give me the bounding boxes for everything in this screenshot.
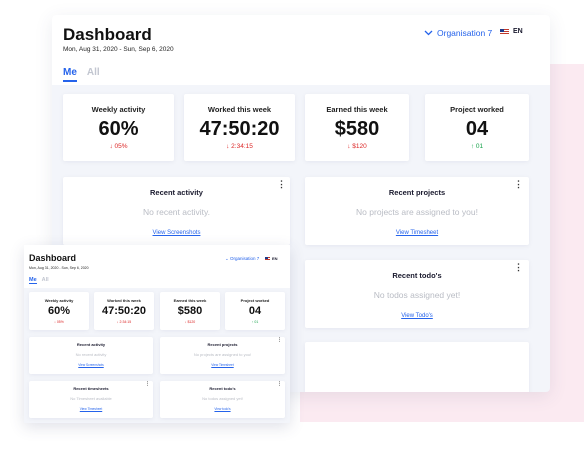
panel-title: Recent activity: [150, 188, 203, 197]
language-code: EN: [272, 256, 278, 261]
stat-change: ↓ 2:34:15: [116, 320, 132, 324]
page-title: Dashboard: [29, 253, 77, 263]
stat-label: Worked this week: [107, 298, 141, 303]
tab-me[interactable]: Me: [63, 67, 77, 82]
stat-value: 60%: [47, 305, 71, 317]
tab-me[interactable]: Me: [29, 277, 37, 284]
stat-change: ↑ 01: [470, 143, 484, 150]
panel-recent-activity: Recent activity No recent activity. View…: [63, 177, 290, 245]
stat-label: Project worked: [450, 105, 504, 114]
stat-value: 04: [248, 305, 262, 317]
dashboard-header: Dashboard Mon, Aug 31, 2020 - Sun, Sep 6…: [24, 245, 290, 288]
stat-card-worked-this-week: Worked this week 47:50:20 ↓ 2:34:15: [94, 292, 154, 330]
panel-title: Recent todo's: [392, 271, 442, 280]
language-selector[interactable]: EN: [500, 28, 523, 35]
stat-value: $580: [177, 305, 203, 317]
more-vertical-icon[interactable]: ⋮: [277, 179, 286, 190]
stat-label: Weekly activity: [44, 298, 74, 303]
stat-change: ↓ 05%: [109, 143, 128, 150]
tab-all[interactable]: All: [87, 67, 100, 82]
stat-value: 60%: [98, 118, 139, 140]
panel-title: Recent projects: [207, 342, 238, 347]
stat-change: ↓ 2:34:15: [226, 143, 253, 150]
panel-title: Recent projects: [388, 188, 446, 197]
panel-title: Recent timesheets: [73, 386, 109, 391]
panel-recent-projects: ⋮ Recent projects No projects are assign…: [305, 177, 529, 245]
stat-card-earned-this-week: Earned this week $580 ↓ $120: [305, 94, 409, 161]
organisation-name: Organisation 7: [230, 256, 260, 261]
panel-placeholder: [305, 342, 529, 392]
organisation-selector[interactable]: ⌄ Organisation 7: [225, 256, 259, 262]
tab-all[interactable]: All: [42, 277, 49, 284]
stat-card-worked-this-week: Worked this week 47:50:20 ↓ 2:34:15: [184, 94, 295, 161]
panel-recent-activity: Recent activity No recent activity View …: [29, 337, 153, 374]
organisation-selector[interactable]: Organisation 7: [424, 28, 492, 38]
view-screenshots-link[interactable]: View Screenshots: [63, 230, 290, 236]
empty-message: No recent activity.: [143, 207, 210, 217]
view-timesheet-link[interactable]: View Timesheet: [160, 363, 285, 367]
date-range: Mon, Aug 31, 2020 - Sun, Sep 6, 2020: [63, 46, 174, 53]
us-flag-icon: [500, 28, 509, 35]
empty-message: No recent activity: [75, 352, 107, 357]
panel-recent-timesheets: ⋮ Recent timesheets No Timesheet availab…: [29, 381, 153, 418]
view-todos-link[interactable]: View todo's: [160, 407, 285, 411]
stat-card-earned-this-week: Earned this week $580 ↓ $120: [160, 292, 220, 330]
stat-label: Earned this week: [326, 105, 388, 114]
empty-message: No todos assigned yet!: [373, 290, 461, 300]
view-timesheet-link[interactable]: View Timesheet: [29, 407, 153, 411]
panel-title: Recent activity: [76, 342, 106, 347]
panel-recent-projects: ⋮ Recent projects No projects are assign…: [160, 337, 285, 374]
empty-message: No projects are assigned to you!: [356, 207, 478, 217]
panel-title: Recent todo's: [209, 386, 236, 391]
stat-value: 04: [465, 118, 489, 140]
date-range: Mon, Aug 31, 2020 - Sun, Sep 6, 2020: [29, 266, 89, 270]
stat-card-project-worked: Project worked 04 ↑ 01: [425, 94, 529, 161]
empty-message: No projects are assigned to you!: [193, 352, 252, 357]
stat-change: ↓ $120: [347, 143, 367, 150]
dashboard-small: Dashboard Mon, Aug 31, 2020 - Sun, Sep 6…: [24, 245, 290, 423]
language-code: EN: [513, 28, 523, 35]
empty-message: No Timesheet available: [70, 396, 112, 401]
stat-label: Project worked: [240, 298, 270, 303]
panel-recent-todos: ⋮ Recent todo's No todos assigned yet! V…: [160, 381, 285, 418]
stat-label: Weekly activity: [91, 105, 146, 114]
us-flag-icon: [265, 256, 270, 261]
chevron-down-icon: [424, 30, 433, 36]
page-title: Dashboard: [63, 25, 152, 44]
stat-value: $580: [334, 118, 380, 140]
stat-value: 47:50:20: [199, 118, 280, 140]
organisation-name: Organisation 7: [437, 28, 493, 38]
panel-recent-todos: ⋮ Recent todo's No todos assigned yet! V…: [305, 260, 529, 328]
tab-bar: Me All: [29, 277, 49, 284]
dashboard-header: Dashboard Mon, Aug 31, 2020 - Sun, Sep 6…: [52, 15, 550, 85]
tab-bar: Me All: [63, 67, 100, 82]
stat-card-weekly-activity: Weekly activity 60% ↓ 05%: [29, 292, 89, 330]
stat-label: Earned this week: [173, 298, 207, 303]
view-timesheet-link[interactable]: View Timesheet: [305, 230, 529, 236]
stat-change: ↓ 05%: [54, 320, 64, 324]
chevron-down-icon: ⌄: [225, 256, 229, 261]
stat-card-weekly-activity: Weekly activity 60% ↓ 05%: [63, 94, 174, 161]
stat-change: ↓ $120: [184, 320, 196, 324]
empty-message: No todos assigned yet!: [202, 396, 243, 401]
stat-label: Worked this week: [207, 105, 272, 114]
view-screenshots-link[interactable]: View Screenshots: [29, 363, 153, 367]
stat-card-project-worked: Project worked 04 ↑ 01: [225, 292, 285, 330]
stat-value: 47:50:20: [101, 305, 147, 317]
stat-change: ↑ 01: [251, 320, 259, 324]
language-selector[interactable]: EN: [265, 256, 278, 261]
view-todos-link[interactable]: View Todo's: [305, 313, 529, 319]
